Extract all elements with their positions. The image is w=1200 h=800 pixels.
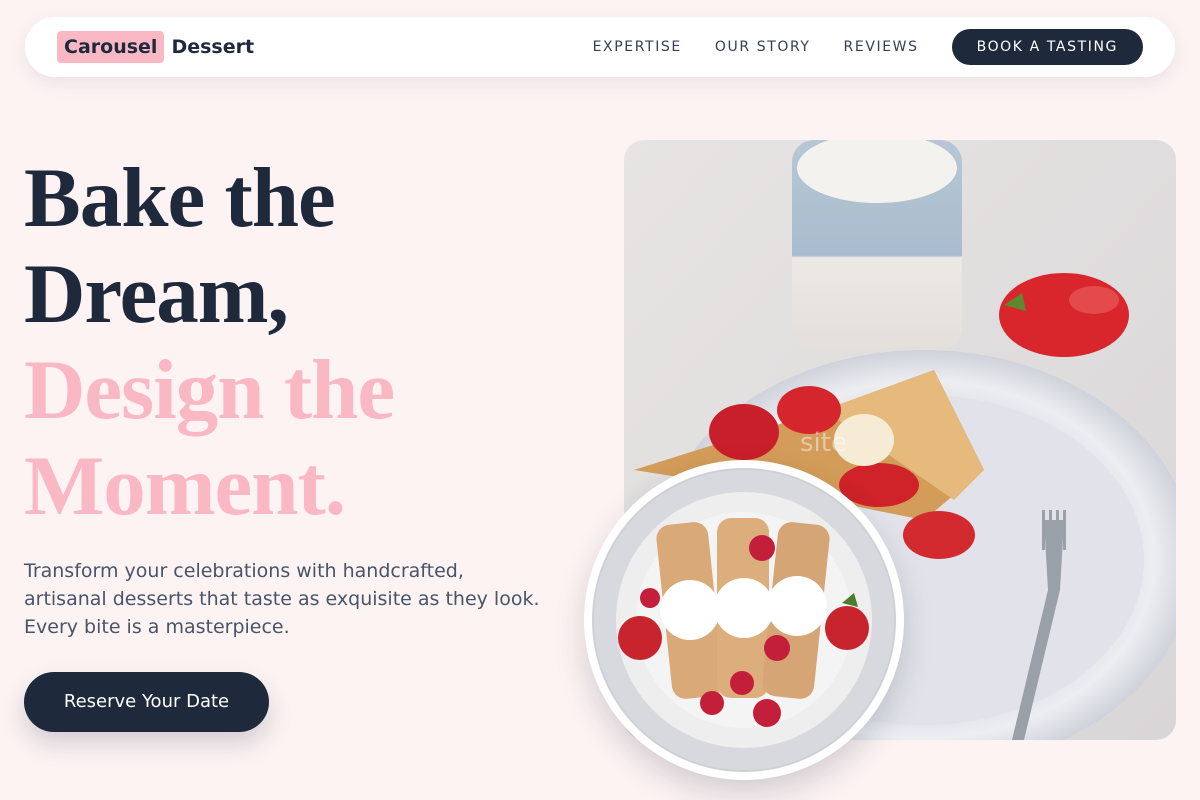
brand-logo[interactable]: Carousel Dessert [57, 31, 254, 63]
nav-links: EXPERTISE OUR STORY REVIEWS BOOK A TASTI… [593, 29, 1143, 65]
hero-accent-line: Design the [24, 343, 395, 437]
hero-subtitle: Transform your celebrations with handcra… [24, 560, 540, 638]
nav-link-expertise[interactable]: EXPERTISE [593, 29, 682, 65]
hero-title: Bake the Dream, Design the Moment. [24, 150, 584, 534]
hero-title-line: Dream, [24, 247, 289, 341]
top-nav: Carousel Dessert EXPERTISE OUR STORY REV… [25, 17, 1175, 77]
nav-link-reviews[interactable]: REVIEWS [844, 29, 919, 65]
inset-dessert-photo [584, 460, 904, 780]
nav-link-our-story[interactable]: OUR STORY [715, 29, 811, 65]
photo-watermark: site [800, 428, 847, 458]
logo-text: Dessert [171, 36, 255, 58]
book-tasting-button[interactable]: BOOK A TASTING [951, 29, 1143, 65]
reserve-date-button[interactable]: Reserve Your Date [24, 672, 269, 732]
hero-title-line: Bake the [24, 151, 336, 245]
logo-highlight: Carousel [57, 31, 165, 63]
hero-accent-line: Moment. [24, 439, 346, 533]
